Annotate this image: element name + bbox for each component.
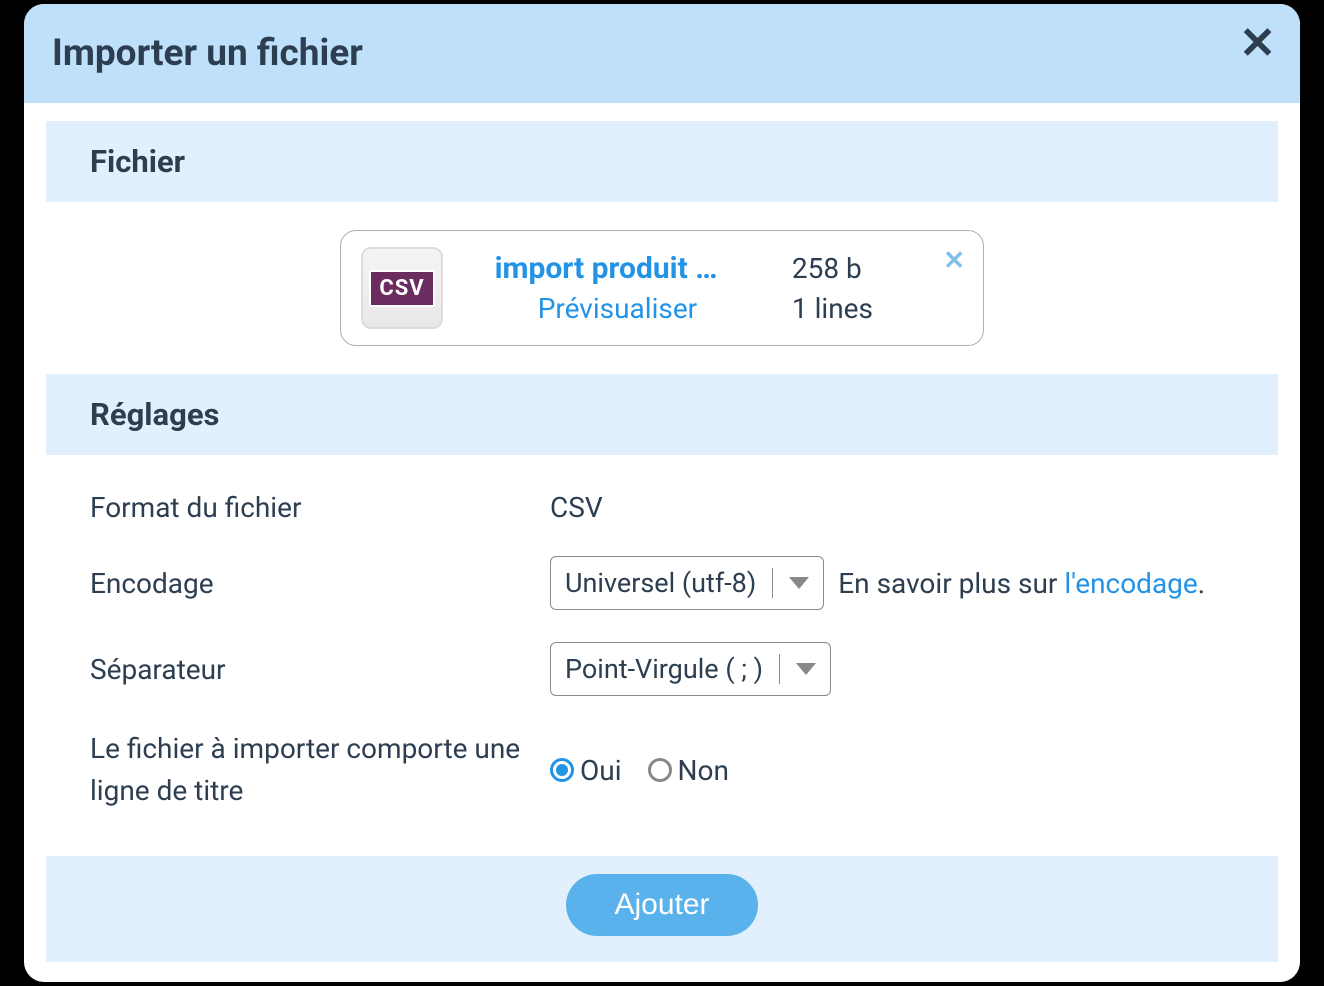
modal-footer: Ajouter (46, 856, 1278, 962)
uploaded-file-card: CSV import produit … 258 b Prévisualiser… (340, 230, 984, 346)
import-file-modal: Importer un fichier ✕ Fichier CSV import… (24, 4, 1300, 982)
settings-section-heading: Réglages (46, 374, 1278, 455)
radio-icon (550, 758, 574, 782)
setting-row-separator: Séparateur Point-Virgule ( ; ) (90, 626, 1234, 712)
submit-button[interactable]: Ajouter (566, 874, 757, 936)
modal-content: Fichier CSV import produit … 258 b Prévi… (24, 103, 1300, 856)
title-line-radio-group: Oui Non (550, 754, 729, 787)
radio-icon (648, 758, 672, 782)
encoding-hint-prefix: En savoir plus sur (838, 567, 1064, 600)
radio-yes-label: Oui (580, 754, 622, 787)
encoding-hint-suffix: . (1198, 567, 1205, 600)
format-value: CSV (550, 491, 603, 524)
separator-label: Séparateur (90, 653, 550, 686)
modal-title: Importer un fichier (52, 32, 1272, 75)
chevron-down-icon (796, 663, 816, 675)
radio-no[interactable]: Non (648, 754, 729, 787)
modal-header: Importer un fichier ✕ (24, 4, 1300, 103)
remove-file-icon[interactable]: ✕ (943, 245, 965, 276)
setting-row-title-line: Le fichier à importer comporte une ligne… (90, 712, 1234, 828)
encoding-select[interactable]: Universel (utf-8) (550, 556, 824, 610)
select-divider (772, 568, 773, 598)
setting-row-format: Format du fichier CSV (90, 475, 1234, 540)
file-size: 258 b (792, 252, 963, 285)
file-type-badge: CSV (369, 270, 434, 307)
title-line-label: Le fichier à importer comporte une ligne… (90, 728, 550, 812)
settings-body: Format du fichier CSV Encodage Universel… (46, 455, 1278, 856)
file-lines-count: 1 lines (792, 292, 963, 325)
close-icon[interactable]: ✕ (1239, 22, 1276, 66)
select-divider (779, 654, 780, 684)
separator-selected-value: Point-Virgule ( ; ) (565, 653, 763, 685)
chevron-down-icon (789, 577, 809, 589)
encoding-label: Encodage (90, 567, 550, 600)
csv-file-icon: CSV (361, 247, 443, 329)
encoding-selected-value: Universel (utf-8) (565, 567, 756, 599)
file-info: import produit … 258 b Prévisualiser 1 l… (461, 251, 963, 325)
radio-yes[interactable]: Oui (550, 754, 622, 787)
file-name[interactable]: import produit … (461, 251, 751, 286)
encoding-hint-link[interactable]: l'encodage (1064, 567, 1197, 600)
setting-row-encoding: Encodage Universel (utf-8) En savoir plu… (90, 540, 1234, 626)
format-label: Format du fichier (90, 491, 550, 524)
file-drop-area: CSV import produit … 258 b Prévisualiser… (46, 202, 1278, 374)
file-section-heading: Fichier (46, 121, 1278, 202)
preview-link[interactable]: Prévisualiser (461, 292, 774, 325)
radio-no-label: Non (678, 754, 729, 787)
encoding-hint: En savoir plus sur l'encodage. (838, 567, 1205, 600)
separator-select[interactable]: Point-Virgule ( ; ) (550, 642, 831, 696)
